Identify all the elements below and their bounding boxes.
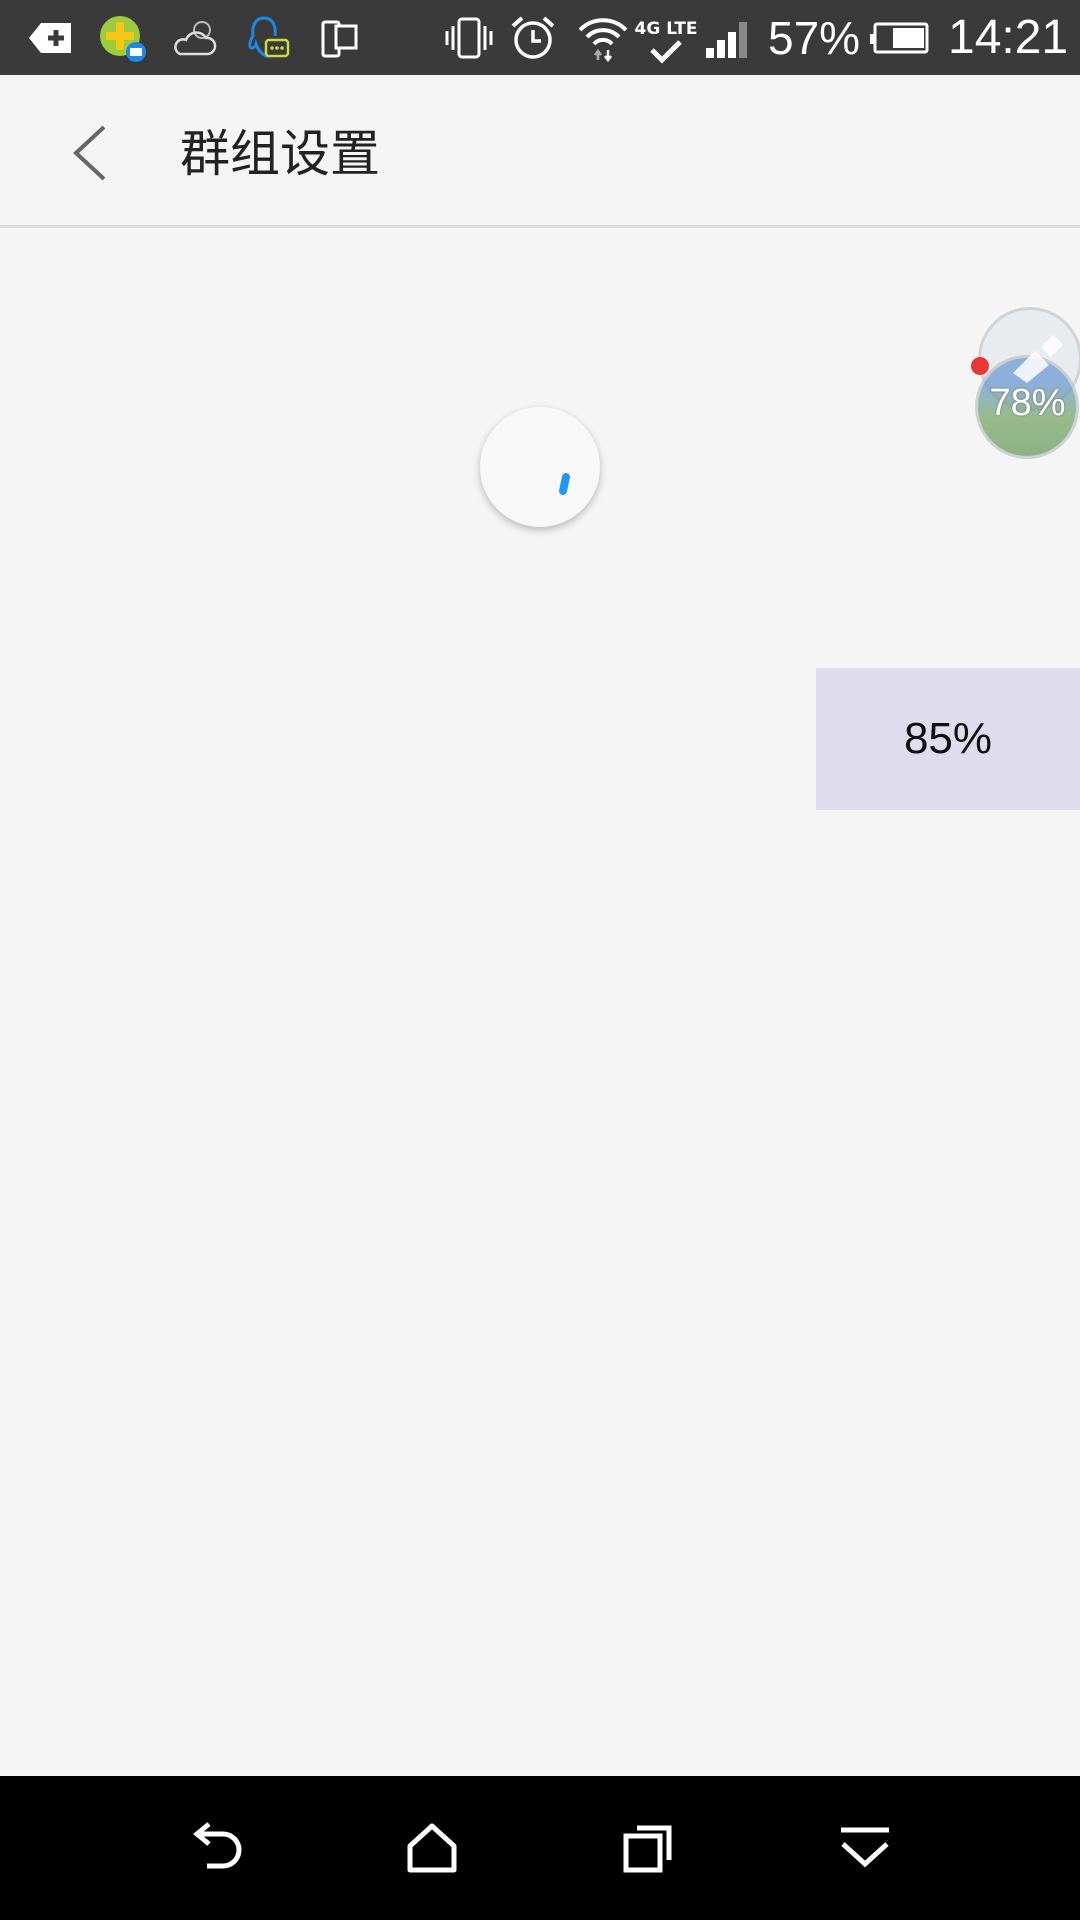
app-bar: 群组设置	[0, 75, 1080, 228]
nav-recents-button[interactable]	[594, 1798, 704, 1898]
recents-icon	[623, 1825, 672, 1873]
page-title: 群组设置	[180, 125, 380, 183]
lte-icon: 4G LTE	[634, 0, 698, 75]
weather-cloud-icon	[170, 0, 220, 75]
nav-home-button[interactable]	[377, 1798, 487, 1898]
phone-screen-icon	[315, 0, 365, 75]
status-bar: 4G LTE 57% 14:21	[0, 0, 1080, 75]
dropdown-icon	[841, 1827, 889, 1868]
chevron-left-icon	[73, 125, 106, 181]
qq-chat-icon	[243, 0, 293, 75]
broom-icon	[1013, 335, 1063, 383]
nav-back-button[interactable]	[162, 1798, 272, 1898]
signal-icon	[703, 0, 755, 75]
vibrate-icon	[443, 0, 495, 75]
alarm-icon	[507, 0, 559, 75]
progress-indicator: 85%	[816, 668, 1080, 810]
battery-icon	[868, 0, 930, 75]
home-icon	[407, 1823, 457, 1873]
clock: 14:21	[948, 11, 1069, 64]
mail-app-icon	[97, 0, 147, 75]
widget-percent: 78%	[989, 382, 1066, 424]
floating-memory-widget[interactable]: 78%	[971, 305, 1080, 459]
back-icon	[193, 1822, 242, 1869]
notification-add-icon	[25, 0, 75, 75]
nav-dropdown-button[interactable]	[810, 1798, 920, 1898]
loading-spinner	[480, 407, 600, 527]
spinner-arc-icon	[559, 473, 570, 495]
network-label: 4G LTE	[634, 18, 698, 39]
navigation-bar	[0, 1776, 1080, 1920]
notification-dot	[971, 357, 989, 375]
wifi-icon	[575, 0, 631, 75]
battery-percent: 57%	[768, 11, 861, 64]
back-button[interactable]	[40, 103, 140, 203]
